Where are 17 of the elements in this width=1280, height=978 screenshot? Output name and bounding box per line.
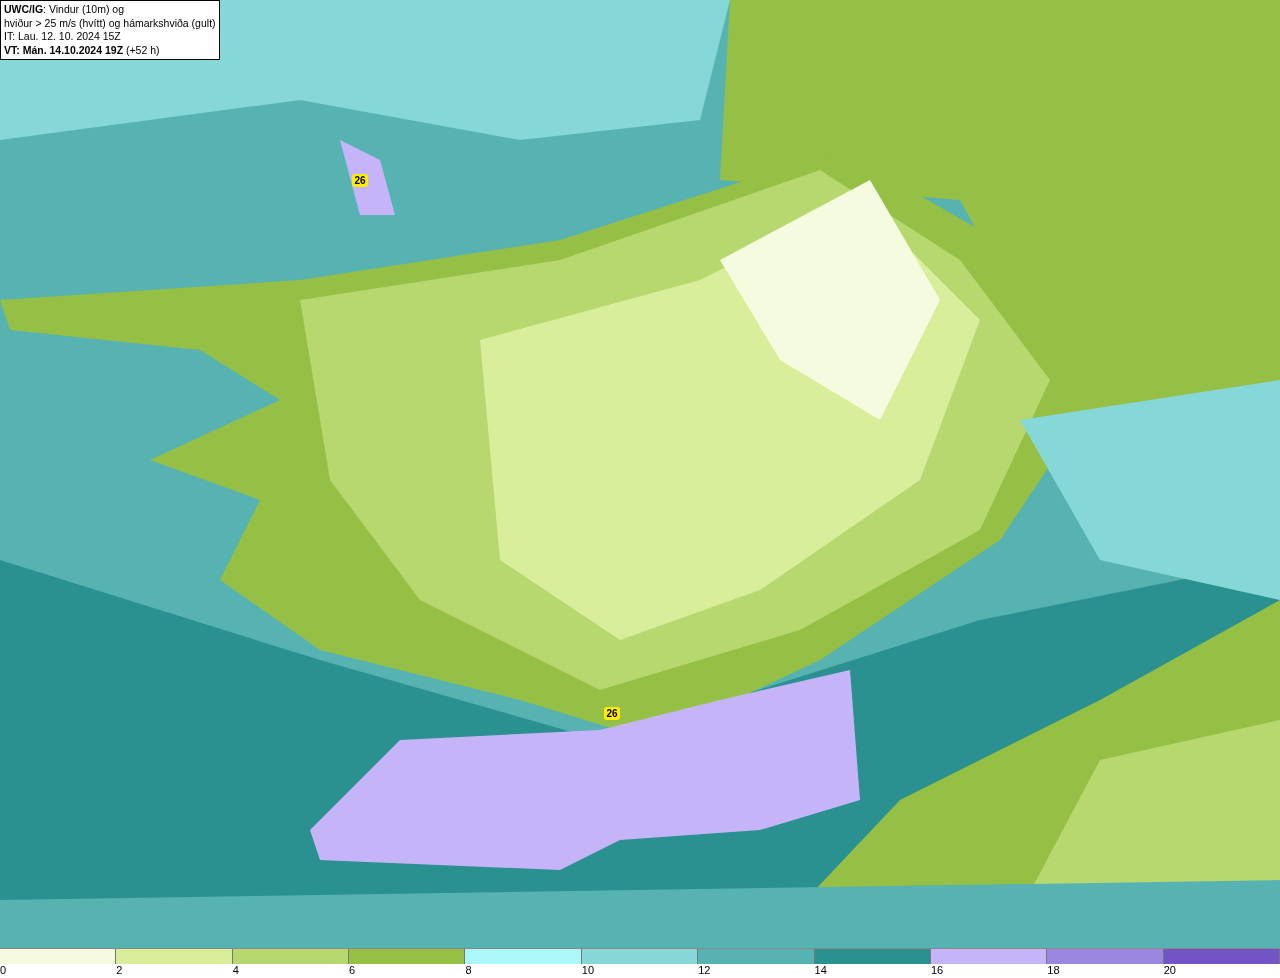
title-line: hviður > 25 m/s (hvítt) og hámarkshviða (gult) — [4, 16, 216, 30]
title-line: UWC/IG: Vindur (10m) og — [4, 3, 125, 17]
legend-label: 12 — [698, 964, 711, 976]
title-line: VT: Mán. 14.10.2024 19Z (+52 h) — [4, 43, 161, 57]
legend-label: 8 — [465, 964, 472, 976]
legend-label: 20 — [1163, 964, 1176, 976]
gust-badge: 26 — [604, 707, 620, 720]
legend-label: 16 — [930, 964, 944, 976]
legend-label: 6 — [349, 964, 356, 976]
gust-badge: 26 — [352, 174, 368, 187]
legend-label: 14 — [814, 964, 827, 976]
legend-label: 2 — [116, 964, 123, 976]
legend-label: 0 — [0, 964, 7, 976]
legend-label: 18 — [1047, 964, 1060, 976]
title-line: IT: Lau. 12. 10. 2024 15Z — [4, 30, 122, 44]
legend-label: 4 — [232, 964, 239, 976]
legend-label: 10 — [581, 964, 595, 976]
